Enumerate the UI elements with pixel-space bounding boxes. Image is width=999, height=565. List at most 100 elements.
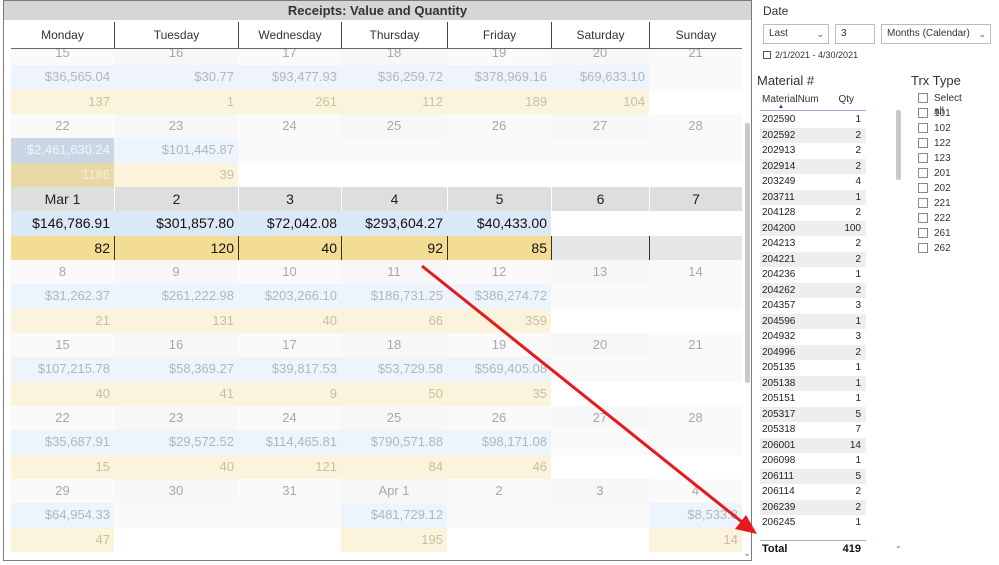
table-row[interactable]: 204221 2 [760, 251, 866, 267]
table-row[interactable]: 202914 2 [760, 158, 866, 174]
receipt-qty[interactable]: 104 [551, 90, 649, 114]
receipt-qty[interactable] [551, 382, 649, 406]
receipt-value[interactable] [649, 65, 742, 90]
receipt-qty[interactable]: 47 [11, 528, 114, 552]
receipt-qty[interactable]: 41 [114, 382, 238, 406]
table-row[interactable]: 202590 1 [760, 112, 866, 128]
receipt-value[interactable]: $39,817.53 [238, 357, 341, 382]
receipt-value[interactable]: $569,405.08 [447, 357, 551, 382]
checkbox[interactable] [918, 198, 928, 208]
checkbox[interactable] [918, 108, 928, 118]
checkbox[interactable] [918, 183, 928, 193]
table-row[interactable]: 205151 1 [760, 391, 866, 407]
table-row[interactable]: 204596 1 [760, 313, 866, 329]
calendar-scrollbar[interactable]: ⌄ [742, 23, 751, 559]
receipt-value[interactable] [238, 503, 341, 528]
period-count-input[interactable]: 3 [835, 24, 875, 44]
checkbox[interactable] [918, 168, 928, 178]
receipt-qty[interactable]: 85 [447, 236, 551, 260]
table-row[interactable]: 206001 14 [760, 437, 866, 453]
table-row[interactable]: 205317 5 [760, 406, 866, 422]
receipt-value[interactable]: $101,445.87 [114, 138, 238, 163]
receipt-value[interactable] [114, 503, 238, 528]
receipt-value[interactable]: $35,687.91 [11, 430, 114, 455]
receipt-qty[interactable]: 1186 [11, 163, 114, 187]
receipt-value[interactable] [551, 138, 649, 163]
receipt-qty[interactable]: 40 [114, 455, 238, 479]
col-header-qty[interactable]: Qty [838, 94, 854, 105]
receipt-value[interactable]: $93,477.93 [238, 65, 341, 90]
receipt-value[interactable]: $53,729.58 [341, 357, 447, 382]
table-row[interactable]: 204236 1 [760, 267, 866, 283]
table-row[interactable]: 204932 3 [760, 329, 866, 345]
receipt-value[interactable] [238, 138, 341, 163]
receipt-qty[interactable] [238, 163, 341, 187]
receipt-value[interactable]: $107,215.78 [11, 357, 114, 382]
receipt-value[interactable]: $2,461,630.24 [11, 138, 114, 163]
table-row[interactable]: 203249 4 [760, 174, 866, 190]
table-row[interactable]: 206239 2 [760, 499, 866, 515]
receipt-qty[interactable]: 14 [649, 528, 742, 552]
table-row[interactable]: 205135 1 [760, 360, 866, 376]
checkbox[interactable] [918, 213, 928, 223]
period-unit-dropdown[interactable]: Months (Calendar) ⌄ [881, 24, 991, 44]
receipt-qty[interactable] [447, 528, 551, 552]
receipt-value[interactable] [551, 284, 649, 309]
checkbox[interactable] [918, 93, 928, 103]
col-header-material[interactable]: MaterialNum [762, 94, 819, 105]
receipt-value[interactable]: $481,729.12 [341, 503, 447, 528]
table-row[interactable]: 204200 100 [760, 220, 866, 236]
receipt-qty[interactable] [649, 90, 742, 114]
receipt-value[interactable]: $790,571.88 [341, 430, 447, 455]
receipt-value[interactable]: $31,262.37 [11, 284, 114, 309]
receipt-qty[interactable] [551, 163, 649, 187]
receipt-value[interactable]: $114,465.81 [238, 430, 341, 455]
receipt-qty[interactable]: 261 [238, 90, 341, 114]
receipt-qty[interactable]: 35 [447, 382, 551, 406]
receipt-value[interactable]: $36,259.72 [341, 65, 447, 90]
receipt-qty[interactable]: 40 [238, 309, 341, 333]
table-row[interactable]: 205138 1 [760, 375, 866, 391]
table-row[interactable]: 205318 7 [760, 422, 866, 438]
receipt-value[interactable] [649, 138, 742, 163]
receipt-qty[interactable] [649, 236, 742, 260]
receipt-qty[interactable]: 121 [238, 455, 341, 479]
receipt-value[interactable]: $261,222.98 [114, 284, 238, 309]
receipt-qty[interactable] [341, 163, 447, 187]
receipt-value[interactable]: $36,565.04 [11, 65, 114, 90]
receipt-value[interactable] [551, 430, 649, 455]
receipt-qty[interactable] [551, 309, 649, 333]
receipt-qty[interactable]: 39 [114, 163, 238, 187]
table-row[interactable]: 204128 2 [760, 205, 866, 221]
receipt-qty[interactable] [649, 455, 742, 479]
material-scrollbar[interactable]: ⌄ [895, 108, 903, 550]
receipt-qty[interactable]: 120 [114, 236, 238, 260]
receipt-qty[interactable] [649, 382, 742, 406]
table-row[interactable]: 202592 2 [760, 127, 866, 143]
receipt-value[interactable]: $8,533.8 [649, 503, 742, 528]
table-row[interactable]: 206245 1 [760, 515, 866, 531]
receipt-qty[interactable]: 40 [11, 382, 114, 406]
table-row[interactable]: 206098 1 [760, 453, 866, 469]
receipt-qty[interactable]: 1 [114, 90, 238, 114]
receipt-qty[interactable]: 50 [341, 382, 447, 406]
receipt-value[interactable] [551, 357, 649, 382]
receipt-qty[interactable]: 21 [11, 309, 114, 333]
receipt-qty[interactable]: 46 [447, 455, 551, 479]
receipt-qty[interactable] [551, 528, 649, 552]
checkbox[interactable] [918, 123, 928, 133]
table-row[interactable]: 204996 2 [760, 344, 866, 360]
table-row[interactable]: 204213 2 [760, 236, 866, 252]
receipt-value[interactable] [447, 138, 551, 163]
receipt-value[interactable]: $378,969.16 [447, 65, 551, 90]
receipt-qty[interactable]: 112 [341, 90, 447, 114]
receipt-qty[interactable]: 131 [114, 309, 238, 333]
receipt-value[interactable]: $30.77 [114, 65, 238, 90]
table-row[interactable]: 204357 3 [760, 298, 866, 314]
receipt-qty[interactable] [551, 236, 649, 260]
receipt-value[interactable] [649, 357, 742, 382]
receipt-value[interactable] [341, 138, 447, 163]
receipt-value[interactable]: $40,433.00 [447, 211, 551, 236]
receipt-qty[interactable]: 84 [341, 455, 447, 479]
receipt-qty[interactable]: 40 [238, 236, 341, 260]
